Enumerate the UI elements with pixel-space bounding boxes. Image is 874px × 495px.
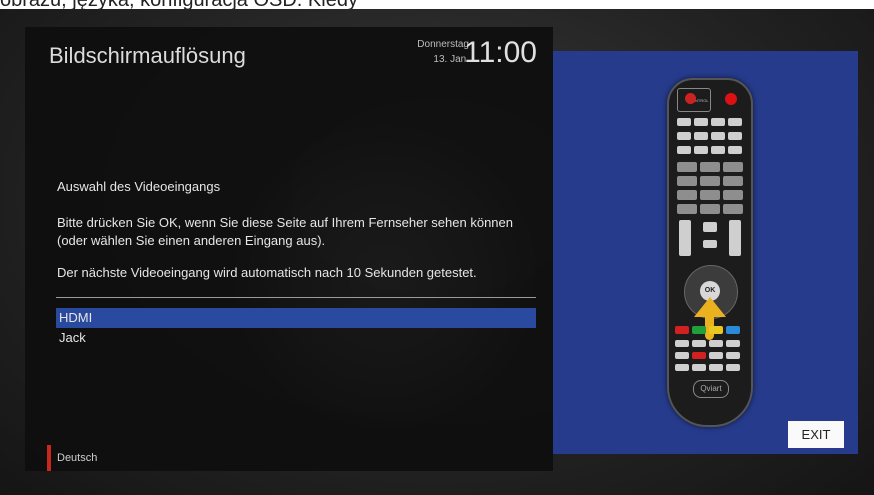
number-key — [677, 176, 697, 186]
epg-button — [703, 240, 717, 248]
remote-button — [675, 364, 689, 371]
remote-button — [711, 118, 725, 126]
red-button — [675, 326, 689, 334]
remote-button — [694, 132, 708, 140]
brand-logo: Qviart — [693, 380, 729, 398]
remote-button — [694, 118, 708, 126]
green-button — [692, 326, 706, 334]
divider — [56, 297, 536, 298]
language-label: Deutsch — [57, 452, 98, 464]
remote-button — [677, 118, 691, 126]
remote-button — [694, 146, 708, 154]
section-heading: Auswahl des Videoeingangs — [57, 179, 221, 194]
help-side-panel: TV CONTROL O — [553, 51, 858, 454]
remote-button — [726, 364, 740, 371]
number-key — [677, 204, 697, 214]
top-cut-text-strip: obrazu, języka, konfiguracja OSD. Kiedy — [0, 0, 874, 9]
number-key — [723, 162, 743, 172]
number-key — [700, 204, 720, 214]
remote-button — [709, 364, 723, 371]
remote-button — [728, 118, 742, 126]
remote-button — [677, 132, 691, 140]
day-label: Donnerstag — [417, 39, 469, 50]
number-key — [723, 176, 743, 186]
number-key — [677, 162, 697, 172]
remote-control-image: TV CONTROL O — [667, 78, 753, 427]
remote-button — [726, 340, 740, 347]
language-marker — [47, 445, 51, 471]
blue-button — [726, 326, 740, 334]
clock-time: 11:00 — [464, 36, 537, 69]
yellow-button — [709, 326, 723, 334]
list-item-jack[interactable]: Jack — [56, 328, 536, 348]
settings-panel: Bildschirmauflösung Donnerstag 13. Jan. … — [25, 27, 553, 471]
remote-button — [711, 146, 725, 154]
record-small-button — [692, 352, 706, 359]
remote-button — [709, 340, 723, 347]
arrow-up-icon — [694, 297, 726, 317]
exit-button[interactable]: EXIT — [788, 421, 844, 448]
number-key — [723, 204, 743, 214]
auto-test-note: Der nächste Videoeingang wird automatisc… — [57, 265, 477, 280]
remote-button — [692, 364, 706, 371]
mute-button — [703, 222, 717, 232]
top-cut-text: obrazu, języka, konfiguracja OSD. Kiedy — [0, 0, 358, 9]
video-input-list: HDMI Jack — [56, 308, 536, 348]
number-key — [723, 190, 743, 200]
remote-button — [709, 352, 723, 359]
list-item-hdmi[interactable]: HDMI — [56, 308, 536, 328]
instruction-text: Bitte drücken Sie OK, wenn Sie diese Sei… — [57, 215, 513, 248]
page-title: Bildschirmauflösung — [49, 43, 246, 68]
number-key — [700, 162, 720, 172]
channel-rocker — [729, 220, 741, 256]
remote-button — [728, 132, 742, 140]
remote-button — [692, 340, 706, 347]
number-key — [700, 190, 720, 200]
remote-button — [728, 146, 742, 154]
volume-rocker — [679, 220, 691, 256]
remote-button — [675, 352, 689, 359]
remote-button — [675, 340, 689, 347]
remote-button — [677, 146, 691, 154]
remote-button — [711, 132, 725, 140]
remote-button — [726, 352, 740, 359]
number-key — [700, 176, 720, 186]
language-indicator: Deutsch — [47, 445, 97, 471]
power-icon — [685, 93, 696, 104]
record-button-icon — [725, 93, 737, 105]
number-key — [677, 190, 697, 200]
